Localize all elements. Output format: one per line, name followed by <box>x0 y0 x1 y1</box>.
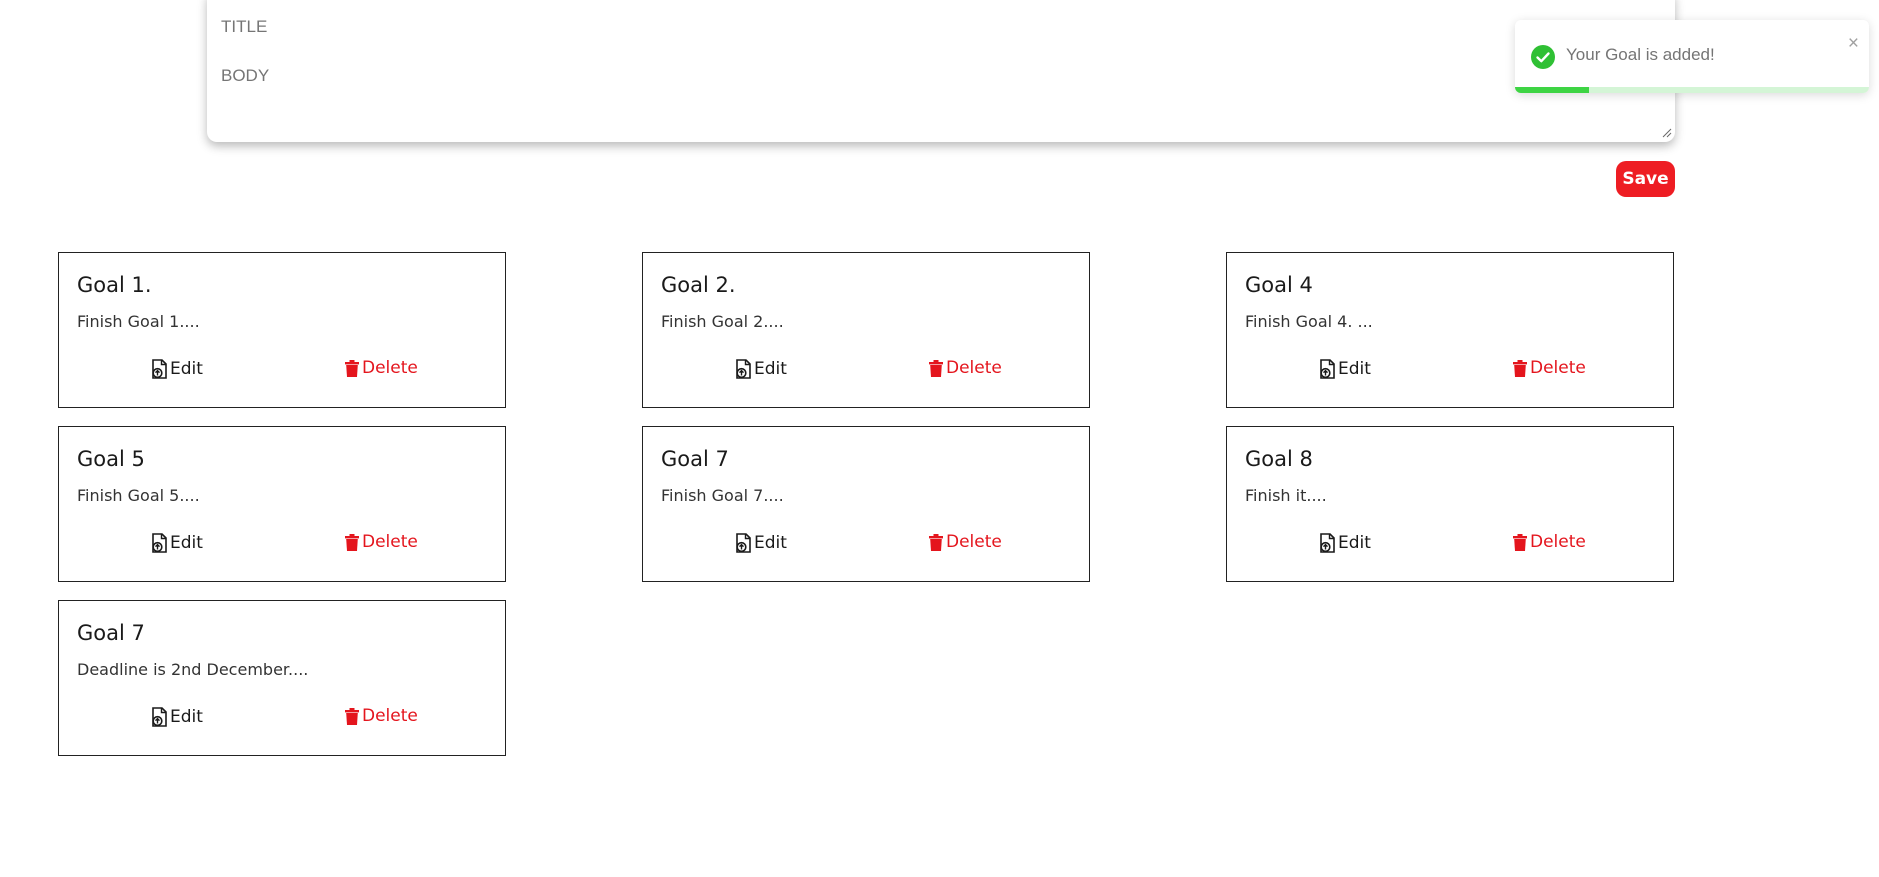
edit-button[interactable]: Edit <box>733 532 787 554</box>
delete-label: Delete <box>362 532 418 552</box>
trash-icon <box>1513 533 1527 551</box>
goal-title: Goal 8 <box>1245 447 1313 471</box>
goal-body: Finish Goal 7.... <box>661 486 784 505</box>
toast-progress-bar <box>1515 87 1590 93</box>
edit-file-icon <box>733 532 753 554</box>
edit-file-icon <box>149 706 169 728</box>
delete-button[interactable]: Delete <box>929 358 1002 378</box>
edit-button[interactable]: Edit <box>1317 358 1371 380</box>
goal-body: Finish Goal 2.... <box>661 312 784 331</box>
edit-label: Edit <box>1338 533 1371 553</box>
goal-body: Finish it.... <box>1245 486 1327 505</box>
success-toast: Your Goal is added! × <box>1515 20 1869 93</box>
goal-card: Goal 2. Finish Goal 2.... Edit Delete <box>642 252 1090 408</box>
check-circle-icon <box>1531 45 1555 69</box>
goal-body: Finish Goal 1.... <box>77 312 200 331</box>
goal-card: Goal 7 Finish Goal 7.... Edit Delete <box>642 426 1090 582</box>
edit-label: Edit <box>170 707 203 727</box>
edit-file-icon <box>733 358 753 380</box>
edit-file-icon <box>149 358 169 380</box>
goal-body: Finish Goal 4. ... <box>1245 312 1373 331</box>
toast-progress-track <box>1515 87 1869 93</box>
edit-label: Edit <box>754 359 787 379</box>
trash-icon <box>929 359 943 377</box>
delete-button[interactable]: Delete <box>345 358 418 378</box>
delete-button[interactable]: Delete <box>1513 358 1586 378</box>
delete-label: Delete <box>1530 358 1586 378</box>
edit-label: Edit <box>1338 359 1371 379</box>
goal-title: Goal 4 <box>1245 273 1313 297</box>
resize-handle-icon[interactable] <box>1662 128 1672 138</box>
delete-label: Delete <box>946 532 1002 552</box>
edit-button[interactable]: Edit <box>149 532 203 554</box>
delete-label: Delete <box>1530 532 1586 552</box>
goal-title: Goal 7 <box>77 621 145 645</box>
goal-card: Goal 8 Finish it.... Edit Delete <box>1226 426 1674 582</box>
delete-button[interactable]: Delete <box>929 532 1002 552</box>
delete-label: Delete <box>946 358 1002 378</box>
edit-button[interactable]: Edit <box>149 706 203 728</box>
delete-label: Delete <box>362 706 418 726</box>
edit-label: Edit <box>170 533 203 553</box>
trash-icon <box>929 533 943 551</box>
goal-body: Deadline is 2nd December.... <box>77 660 309 679</box>
goal-title: Goal 7 <box>661 447 729 471</box>
edit-button[interactable]: Edit <box>1317 532 1371 554</box>
goal-title: Goal 1. <box>77 273 152 297</box>
save-button[interactable]: Save <box>1616 161 1675 197</box>
close-icon[interactable]: × <box>1848 34 1859 53</box>
goal-card: Goal 4 Finish Goal 4. ... Edit Delete <box>1226 252 1674 408</box>
body-textarea[interactable] <box>221 66 1667 134</box>
trash-icon <box>345 707 359 725</box>
title-input[interactable] <box>221 12 821 42</box>
goal-body: Finish Goal 5.... <box>77 486 200 505</box>
edit-file-icon <box>1317 358 1337 380</box>
edit-file-icon <box>1317 532 1337 554</box>
edit-button[interactable]: Edit <box>149 358 203 380</box>
trash-icon <box>1513 359 1527 377</box>
delete-label: Delete <box>362 358 418 378</box>
delete-button[interactable]: Delete <box>345 706 418 726</box>
goal-title: Goal 2. <box>661 273 736 297</box>
edit-button[interactable]: Edit <box>733 358 787 380</box>
edit-label: Edit <box>170 359 203 379</box>
goal-card: Goal 5 Finish Goal 5.... Edit Delete <box>58 426 506 582</box>
delete-button[interactable]: Delete <box>345 532 418 552</box>
trash-icon <box>345 533 359 551</box>
edit-file-icon <box>149 532 169 554</box>
edit-label: Edit <box>754 533 787 553</box>
goal-card: Goal 1. Finish Goal 1.... Edit Delete <box>58 252 506 408</box>
toast-message: Your Goal is added! <box>1566 45 1715 64</box>
trash-icon <box>345 359 359 377</box>
add-goal-form <box>207 0 1675 142</box>
goal-title: Goal 5 <box>77 447 145 471</box>
delete-button[interactable]: Delete <box>1513 532 1586 552</box>
goal-card: Goal 7 Deadline is 2nd December.... Edit… <box>58 600 506 756</box>
